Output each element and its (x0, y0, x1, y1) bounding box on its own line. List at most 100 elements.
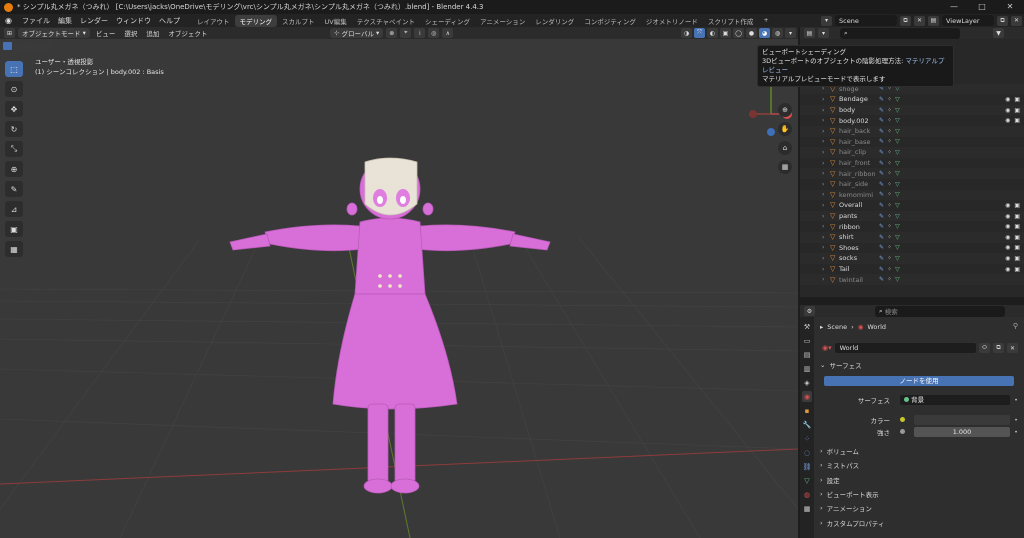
modifier-wrench-icon[interactable]: ✎ (879, 202, 884, 209)
eye-icon[interactable]: ◉ (1005, 117, 1010, 124)
expand-arrow-icon[interactable]: › (822, 170, 830, 177)
tab-scripting[interactable]: スクリプト作成 (703, 15, 759, 27)
shading-wireframe-icon[interactable]: ◯ (733, 28, 744, 38)
perspective-toggle-icon[interactable]: ▦ (778, 160, 792, 174)
tab-geometry-nodes[interactable]: ジオメトリノード (641, 15, 703, 27)
mesh-data-icon[interactable]: ▽ (895, 266, 900, 273)
outliner-row[interactable]: › ▽ hair_side ✎ ⁘ ▽ (800, 179, 1024, 190)
mesh-data-icon[interactable]: ▽ (895, 202, 900, 209)
expand-arrow-icon[interactable]: › (822, 107, 830, 114)
eye-icon[interactable]: ◉ (1005, 255, 1010, 262)
modifier-wrench-icon[interactable]: ✎ (879, 138, 884, 145)
modifier-wrench-icon[interactable]: ✎ (879, 181, 884, 188)
scene-tab-icon[interactable]: ◈ (802, 377, 812, 388)
mesh-data-icon[interactable]: ▽ (895, 117, 900, 124)
modifier-wrench-icon[interactable]: ✎ (879, 170, 884, 177)
outliner-row[interactable]: › ▽ Shoes ✎ ⁘ ▽ ◉ ▣ (800, 243, 1024, 254)
expand-arrow-icon[interactable]: › (822, 244, 830, 251)
zoom-icon[interactable]: ⊕ (778, 103, 792, 117)
3d-viewport[interactable]: ユーザー・透視投影 (1) シーンコレクション | body.002 : Bas… (0, 39, 798, 538)
panel-settings[interactable]: › 設定 (820, 473, 1020, 486)
outliner-row[interactable]: › ▽ hair_clip ✎ ⁘ ▽ (800, 147, 1024, 158)
shading-options-icon[interactable]: ▾ (785, 28, 796, 38)
panel-custom-properties[interactable]: › カスタムプロパティ (820, 516, 1020, 529)
shading-material-preview-icon[interactable]: ◕ (759, 28, 770, 38)
shading-rendered-icon[interactable]: ◍ (772, 28, 783, 38)
outliner-display-mode-icon[interactable]: ▾ (818, 28, 829, 38)
select-extend-icon[interactable] (13, 42, 22, 50)
render-tab-icon[interactable]: ▭ (802, 335, 812, 346)
editor-type-icon[interactable]: ⊞ (4, 28, 15, 38)
mesh-data-icon[interactable]: ▽ (895, 149, 900, 156)
modifier-wrench-icon[interactable]: ✎ (879, 160, 884, 167)
menu-help[interactable]: ヘルプ (155, 16, 184, 26)
mesh-data-icon[interactable]: ▽ (895, 213, 900, 220)
expand-arrow-icon[interactable]: › (822, 117, 830, 124)
mesh-data-icon[interactable]: ▽ (895, 276, 900, 283)
scale-tool-icon[interactable]: ⤡ (5, 141, 23, 157)
outliner-row[interactable]: › ▽ body ✎ ⁘ ▽ ◉ ▣ (800, 104, 1024, 116)
material-tab-icon[interactable]: ◍ (802, 489, 812, 500)
measure-tool-icon[interactable]: ⊿ (5, 201, 23, 217)
select-new-icon[interactable] (3, 42, 12, 50)
expand-arrow-icon[interactable]: › (822, 202, 830, 209)
world-tab-icon[interactable]: ◉ (802, 391, 812, 402)
annotate-tool-icon[interactable]: ✎ (5, 181, 23, 197)
select-invert-icon[interactable] (33, 42, 42, 50)
mesh-data-icon[interactable]: ▽ (895, 234, 900, 241)
transform-tool-icon[interactable]: ⊕ (5, 161, 23, 177)
tab-shading[interactable]: シェーディング (420, 15, 475, 27)
outliner-row[interactable]: › ▽ ribbon ✎ ⁘ ▽ ◉ ▣ (800, 221, 1024, 232)
expand-arrow-icon[interactable]: › (822, 128, 830, 135)
modifier-wrench-icon[interactable]: ✎ (879, 266, 884, 273)
eye-icon[interactable]: ◉ (1005, 266, 1010, 273)
outliner-search-input[interactable]: ⌕ (840, 27, 960, 39)
outliner-row[interactable]: › ▽ kemomimi ✎ ⁘ ▽ (800, 189, 1024, 201)
expand-arrow-icon[interactable]: › (822, 138, 830, 145)
delete-view-layer-icon[interactable]: ✕ (1011, 15, 1022, 26)
overlay-toggle-icon[interactable]: ◐ (707, 28, 718, 38)
mesh-data-icon[interactable]: ▽ (895, 170, 900, 177)
eye-icon[interactable]: ◉ (1005, 223, 1010, 230)
mesh-data-icon[interactable]: ▽ (895, 160, 900, 167)
move-tool-icon[interactable]: ✥ (5, 101, 23, 117)
expand-arrow-icon[interactable]: › (822, 181, 830, 188)
expand-arrow-icon[interactable]: › (822, 276, 830, 283)
modifier-wrench-icon[interactable]: ✎ (879, 96, 884, 103)
rotate-tool-icon[interactable]: ↻ (5, 121, 23, 137)
menu-select[interactable]: 選択 (121, 28, 140, 38)
eye-icon[interactable]: ◉ (1005, 107, 1010, 114)
camera-icon[interactable]: ▣ (1014, 266, 1020, 273)
expand-arrow-icon[interactable]: › (822, 223, 830, 230)
world-name-field[interactable]: World (834, 343, 976, 353)
camera-icon[interactable]: ▣ (1014, 96, 1020, 103)
eye-icon[interactable]: ◉ (1005, 244, 1010, 251)
camera-icon[interactable]: ▣ (1014, 213, 1020, 220)
snap-settings-icon[interactable]: ⁞ (414, 28, 426, 38)
falloff-icon[interactable]: ∧ (442, 28, 454, 38)
color-socket-icon[interactable] (900, 416, 908, 424)
menu-add[interactable]: 追加 (143, 28, 162, 38)
view-layer-tab-icon[interactable]: ▥ (802, 363, 812, 374)
outliner-filter-icon[interactable]: ▼ (993, 28, 1004, 38)
properties-search-input[interactable]: ⌕ 検索 (875, 305, 1005, 317)
shading-solid-icon[interactable]: ● (746, 28, 757, 38)
outliner-row[interactable]: › ▽ Overall ✎ ⁘ ▽ ◉ ▣ (800, 200, 1024, 211)
constraints-tab-icon[interactable]: ⛓ (802, 461, 812, 472)
modifier-wrench-icon[interactable]: ✎ (879, 128, 884, 135)
expand-arrow-icon[interactable]: › (822, 160, 830, 167)
modifier-wrench-icon[interactable]: ✎ (879, 255, 884, 262)
tab-texture-paint[interactable]: テクスチャペイント (352, 15, 420, 27)
view-layer-icon[interactable]: ▤ (928, 15, 939, 26)
camera-icon[interactable]: ▣ (1014, 223, 1020, 230)
expand-arrow-icon[interactable]: › (822, 191, 830, 198)
outliner-row[interactable]: › ▽ body.002 ✎ ⁘ ▽ ◉ ▣ (800, 115, 1024, 126)
outliner-row[interactable]: › ▽ hair_base ✎ ⁘ ▽ (800, 137, 1024, 148)
pin-icon[interactable]: ⚲ (1013, 322, 1018, 330)
mesh-data-icon[interactable]: ▽ (895, 181, 900, 188)
outliner-row[interactable]: › ▽ hair_ribbon ✎ ⁘ ▽ (800, 168, 1024, 179)
camera-icon[interactable]: ▣ (1014, 244, 1020, 251)
xray-toggle-icon[interactable]: ▣ (720, 28, 731, 38)
mesh-data-icon[interactable]: ▽ (895, 128, 900, 135)
pan-hand-icon[interactable]: ✋ (778, 122, 792, 136)
